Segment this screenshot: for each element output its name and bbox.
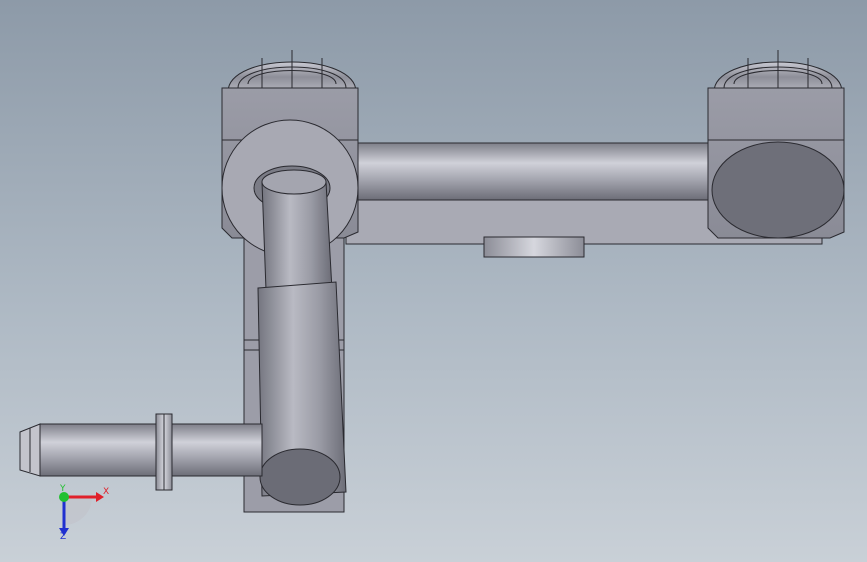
left-top-cap [227, 50, 357, 93]
coordinate-triad [59, 492, 104, 536]
x-axis-label: X [103, 487, 110, 497]
upper-vertical-pipe [261, 181, 333, 291]
horizontal-bar [349, 142, 719, 201]
y-axis-label: Y [60, 484, 66, 494]
spout [19, 413, 263, 491]
right-top-cap [713, 50, 843, 93]
faucet-body[interactable] [19, 50, 845, 513]
graphics-viewport[interactable]: X Y Z [0, 0, 867, 562]
right-valve-block [707, 87, 845, 239]
center-nut [483, 236, 585, 258]
cad-model-view[interactable] [0, 0, 867, 562]
z-axis-label: Z [60, 532, 67, 542]
